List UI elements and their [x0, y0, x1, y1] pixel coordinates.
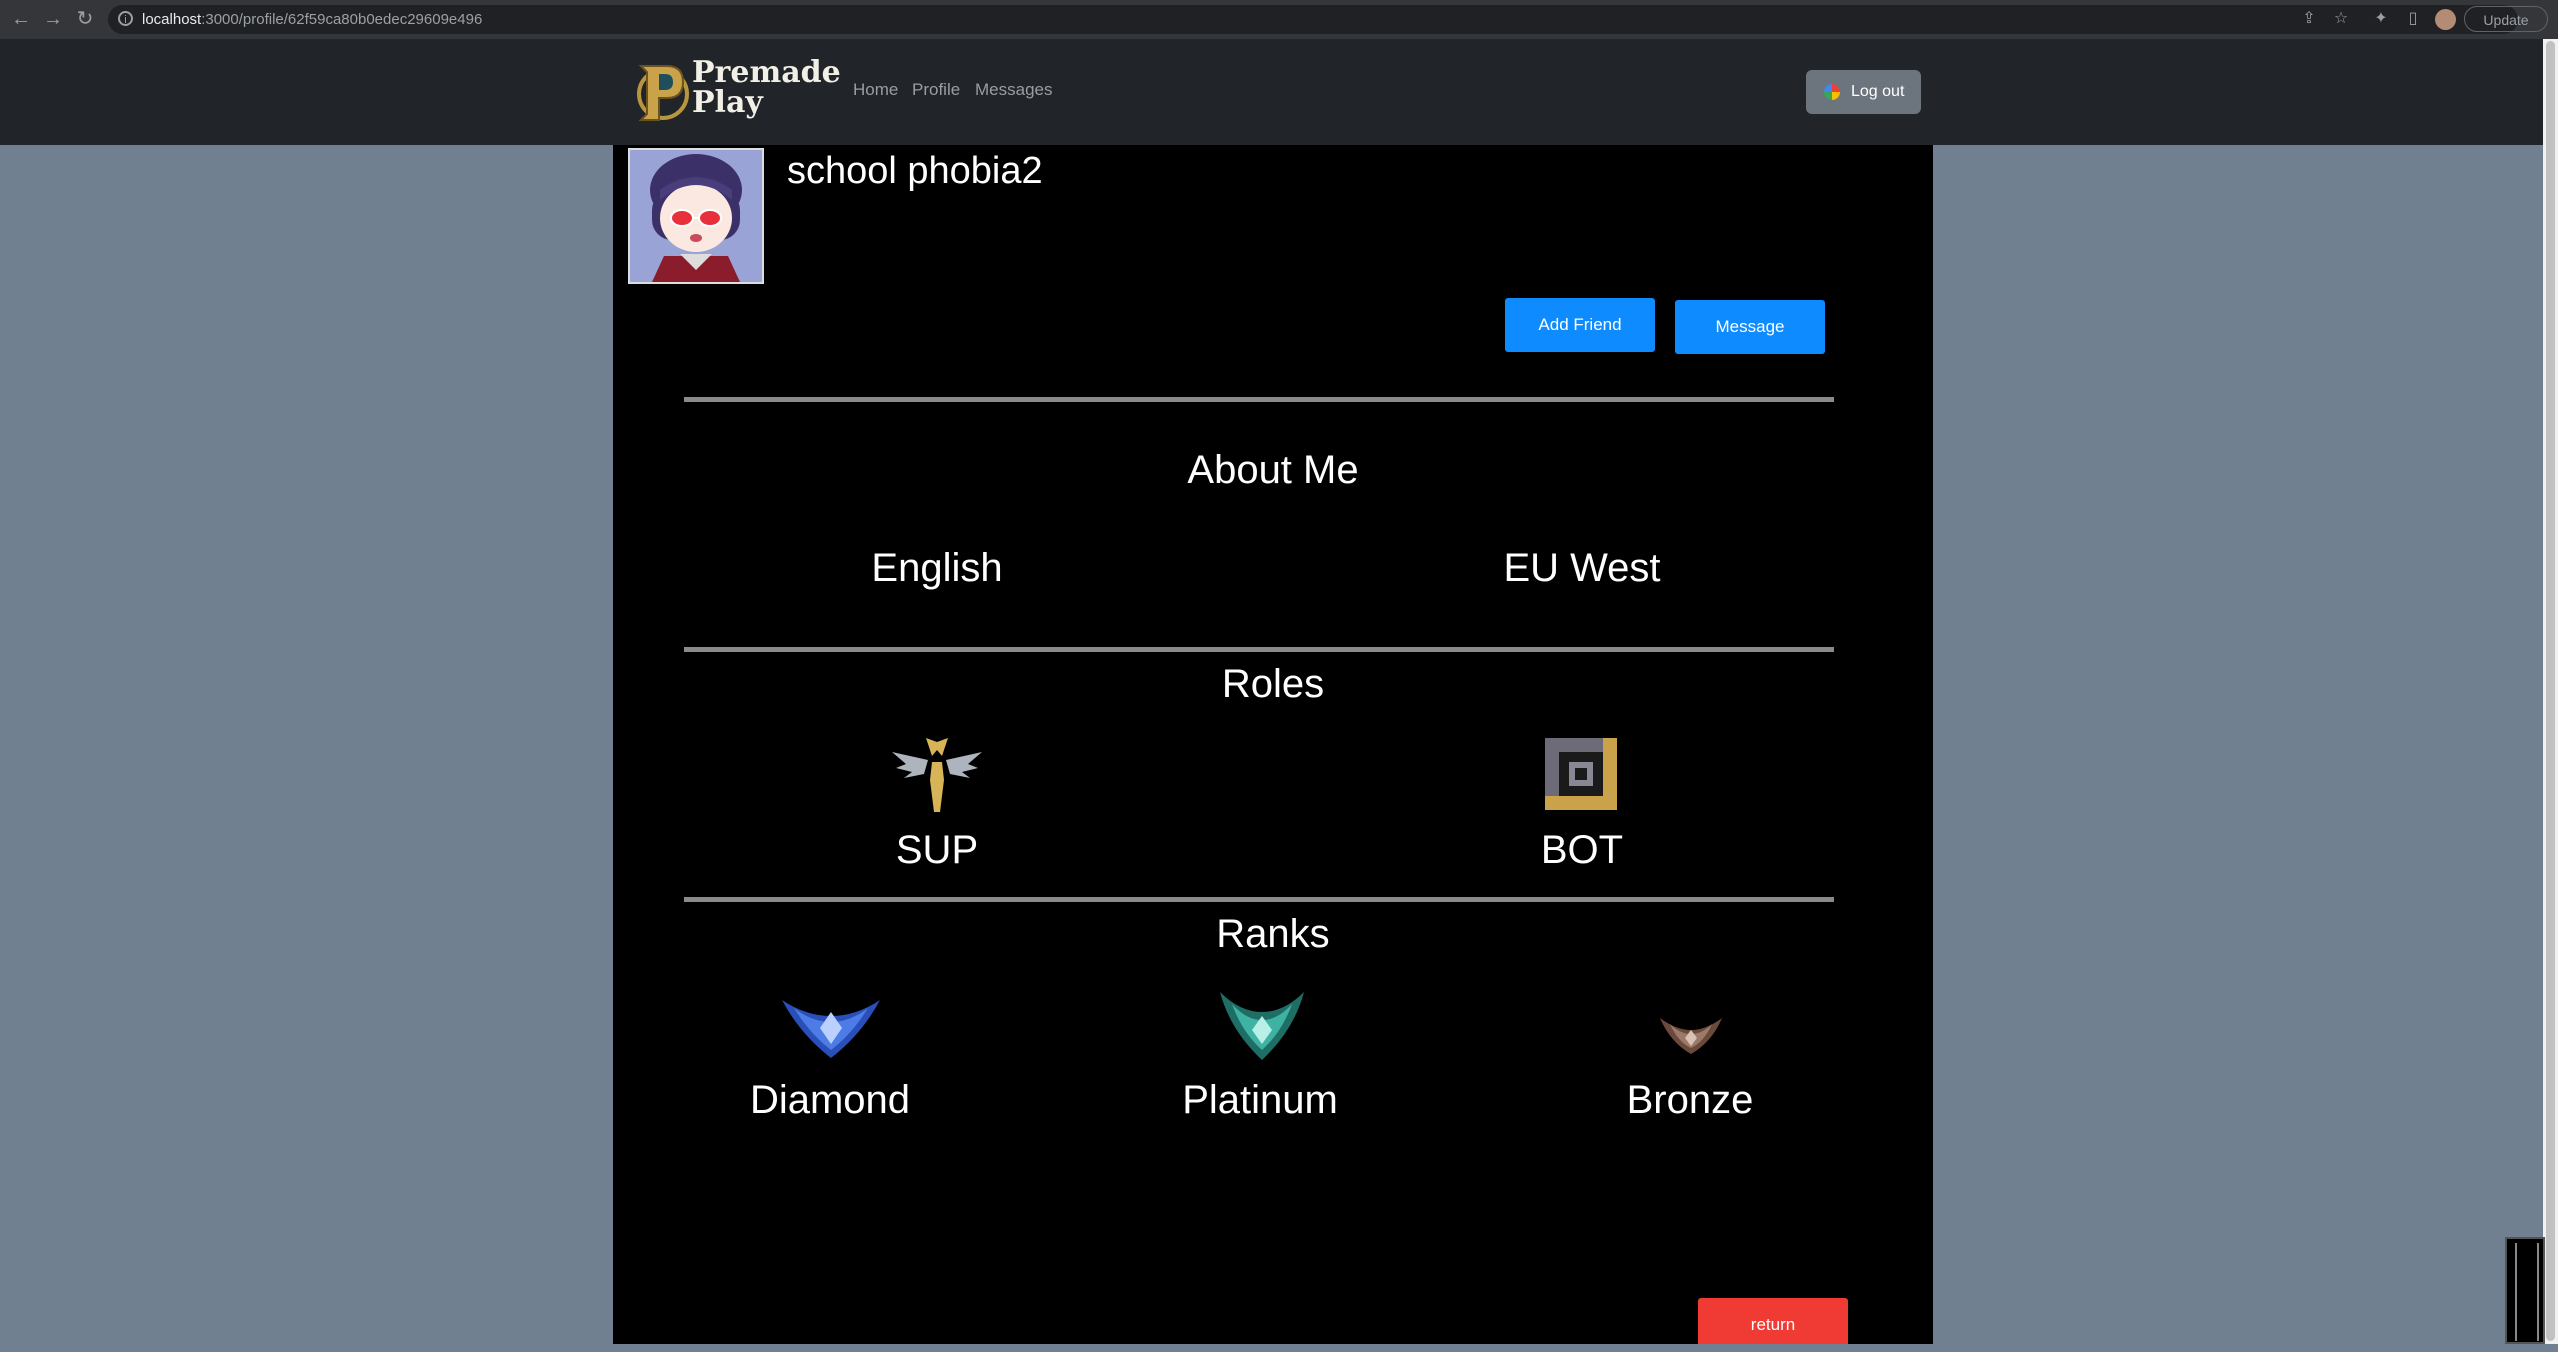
section-divider [684, 647, 1834, 652]
section-divider [684, 397, 1834, 402]
bookmark-star-icon[interactable]: ☆ [2330, 8, 2352, 30]
section-divider [684, 897, 1834, 902]
logo-line-play: Play [692, 85, 763, 120]
role-label-bot: BOT [1540, 828, 1624, 872]
address-bar[interactable]: i localhost:3000/profile/62f59ca80b0edec… [108, 5, 2518, 34]
side-widget[interactable] [2505, 1237, 2545, 1344]
language-value: English [871, 546, 1003, 590]
bronze-rank-icon [1660, 1018, 1722, 1054]
nav-link-home[interactable]: Home [853, 80, 898, 100]
add-friend-button[interactable]: Add Friend [1505, 298, 1655, 352]
page-scrollbar[interactable] [2543, 39, 2558, 1344]
nav-link-messages[interactable]: Messages [975, 80, 1052, 100]
back-icon[interactable]: ← [10, 8, 32, 30]
profile-username: school phobia2 [787, 150, 1043, 192]
platinum-rank-icon [1220, 992, 1304, 1060]
roles-heading: Roles [1221, 662, 1325, 706]
support-role-icon [892, 738, 982, 812]
rank-label-diamond: Diamond [749, 1078, 911, 1122]
return-button[interactable]: return [1698, 1298, 1848, 1344]
logout-button[interactable]: Log out [1806, 70, 1921, 114]
side-panel-icon[interactable]: ▯ [2402, 8, 2424, 30]
ranks-heading: Ranks [1216, 912, 1330, 956]
rank-label-platinum: Platinum [1182, 1078, 1338, 1122]
app-navbar [0, 39, 2543, 145]
role-label-sup: SUP [895, 828, 979, 872]
nav-link-profile[interactable]: Profile [912, 80, 960, 100]
site-info-icon[interactable]: i [118, 11, 133, 26]
region-value: EU West [1503, 546, 1661, 590]
share-icon[interactable]: ⇪ [2298, 8, 2320, 30]
forward-icon[interactable]: → [42, 8, 64, 30]
url-text: localhost:3000/profile/62f59ca80b0edec29… [142, 11, 483, 28]
browser-update-button[interactable]: Update [2464, 6, 2548, 32]
logo-text[interactable]: Premade Play [692, 58, 841, 118]
reload-icon[interactable]: ↻ [74, 8, 96, 30]
diamond-rank-icon [782, 1000, 880, 1058]
about-me-heading: About Me [1187, 448, 1359, 492]
message-button[interactable]: Message [1675, 300, 1825, 354]
extensions-icon[interactable]: ✦ [2370, 8, 2392, 30]
bot-role-icon [1545, 738, 1617, 810]
logo-line-premade: Premade [692, 55, 841, 90]
google-icon [1824, 84, 1840, 100]
premade-play-logo-icon[interactable] [633, 60, 689, 124]
avatar-illustration-icon [630, 150, 762, 282]
browser-toolbar: ← → ↻ i localhost:3000/profile/62f59ca80… [0, 0, 2558, 39]
browser-profile-avatar[interactable] [2435, 9, 2456, 30]
rank-label-bronze: Bronze [1626, 1078, 1754, 1122]
profile-avatar [628, 148, 764, 284]
logout-label: Log out [1851, 83, 1905, 100]
scrollbar-thumb[interactable] [2546, 41, 2555, 1341]
